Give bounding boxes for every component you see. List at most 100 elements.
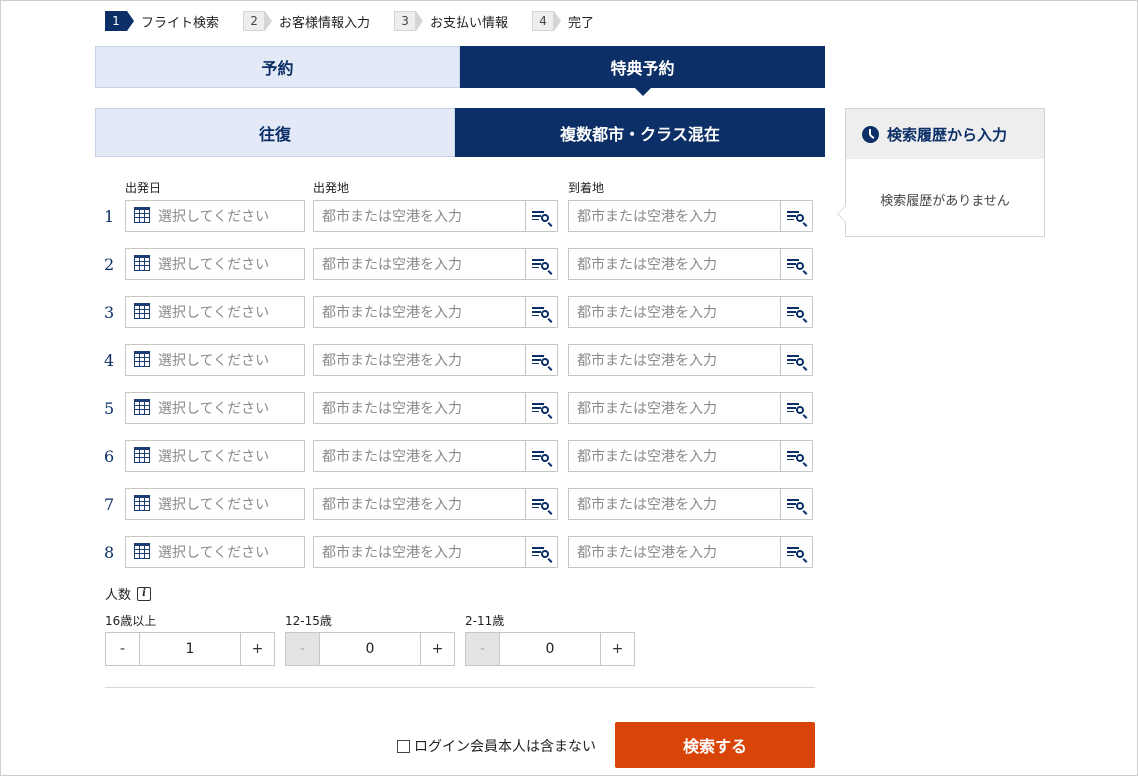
magnifier-icon <box>541 550 549 558</box>
child-count[interactable]: 0 <box>500 633 600 665</box>
youth-decrement-button[interactable]: - <box>286 633 320 665</box>
destination-input[interactable]: 都市または空港を入力 <box>568 344 813 376</box>
origin-input[interactable]: 都市または空港を入力 <box>313 488 558 520</box>
youth-increment-button[interactable]: + <box>420 633 454 665</box>
departure-date-input[interactable]: 選択してください <box>125 440 305 472</box>
destination-search-button[interactable] <box>780 489 812 519</box>
origin-search-button[interactable] <box>525 441 557 471</box>
destination-placeholder: 都市または空港を入力 <box>577 209 717 225</box>
checkbox-box[interactable] <box>397 739 410 753</box>
destination-search-button[interactable] <box>780 345 812 375</box>
adult-stepper: - 1 + <box>105 632 275 666</box>
destination-input[interactable]: 都市または空港を入力 <box>568 296 813 328</box>
child-stepper: - 0 + <box>465 632 635 666</box>
departure-date-input[interactable]: 選択してください <box>125 248 305 280</box>
origin-search-button[interactable] <box>525 345 557 375</box>
magnifier-icon <box>541 502 549 510</box>
origin-search-button[interactable] <box>525 393 557 423</box>
destination-input[interactable]: 都市または空港を入力 <box>568 536 813 568</box>
departure-date-input[interactable]: 選択してください <box>125 296 305 328</box>
date-placeholder: 選択してください <box>158 401 270 417</box>
tab-multi-city[interactable]: 複数都市・クラス混在 <box>455 108 825 157</box>
adult-increment-button[interactable]: + <box>240 633 274 665</box>
segment-number: 3 <box>104 303 115 322</box>
origin-search-button[interactable] <box>525 489 557 519</box>
origin-input[interactable]: 都市または空港を入力 <box>313 200 558 232</box>
destination-input[interactable]: 都市または空港を入力 <box>568 248 813 280</box>
date-placeholder: 選択してください <box>158 209 270 225</box>
step-label: フライト検索 <box>141 15 220 31</box>
adult-count[interactable]: 1 <box>140 633 240 665</box>
info-icon[interactable]: i <box>137 586 152 601</box>
origin-input[interactable]: 都市または空港を入力 <box>313 248 558 280</box>
departure-date-input[interactable]: 選択してください <box>125 536 305 568</box>
calendar-icon <box>134 543 150 559</box>
magnifier-icon <box>796 358 804 366</box>
segment-number: 8 <box>104 543 115 562</box>
origin-input[interactable]: 都市または空港を入力 <box>313 392 558 424</box>
origin-placeholder: 都市または空港を入力 <box>322 449 462 465</box>
origin-search-button[interactable] <box>525 249 557 279</box>
step-complete: 4 完了 <box>532 11 594 31</box>
magnifier-icon <box>541 310 549 318</box>
magnifier-icon <box>796 406 804 414</box>
youth-count[interactable]: 0 <box>320 633 420 665</box>
search-history-panel: 検索履歴から入力 検索履歴がありません <box>837 108 1045 237</box>
child-decrement-button[interactable]: - <box>466 633 500 665</box>
origin-placeholder: 都市または空港を入力 <box>322 353 462 369</box>
origin-input[interactable]: 都市または空港を入力 <box>313 536 558 568</box>
trip-type-tabs: 往復 複数都市・クラス混在 <box>95 108 825 157</box>
origin-input[interactable]: 都市または空港を入力 <box>313 344 558 376</box>
destination-placeholder: 都市または空港を入力 <box>577 401 717 417</box>
adult-decrement-button[interactable]: - <box>106 633 140 665</box>
destination-search-button[interactable] <box>780 441 812 471</box>
tab-award-reservation[interactable]: 特典予約 <box>460 46 825 96</box>
destination-search-button[interactable] <box>780 537 812 567</box>
tab-reservation[interactable]: 予約 <box>95 46 460 88</box>
step-number: 1 <box>105 11 134 31</box>
destination-placeholder: 都市または空港を入力 <box>577 497 717 513</box>
destination-input[interactable]: 都市または空港を入力 <box>568 200 813 232</box>
destination-label: 到着地 <box>568 181 605 195</box>
passenger-count-title: 人数 i <box>105 584 152 603</box>
step-number: 2 <box>243 11 273 31</box>
tab-round-trip[interactable]: 往復 <box>95 108 455 157</box>
departure-date-input[interactable]: 選択してください <box>125 488 305 520</box>
destination-placeholder: 都市または空港を入力 <box>577 449 717 465</box>
departure-date-input[interactable]: 選択してください <box>125 344 305 376</box>
destination-input[interactable]: 都市または空港を入力 <box>568 488 813 520</box>
origin-placeholder: 都市または空港を入力 <box>322 497 462 513</box>
destination-placeholder: 都市または空港を入力 <box>577 353 717 369</box>
destination-search-button[interactable] <box>780 393 812 423</box>
step-flight-search: 1 フライト検索 <box>105 11 219 31</box>
departure-date-input[interactable]: 選択してください <box>125 200 305 232</box>
origin-placeholder: 都市または空港を入力 <box>322 305 462 321</box>
progress-steps: 1 フライト検索 2 お客様情報入力 3 お支払い情報 4 完了 <box>105 10 618 32</box>
exclude-login-member-checkbox[interactable]: ログイン会員本人は含まない <box>397 736 596 756</box>
youth-stepper: - 0 + <box>285 632 455 666</box>
origin-placeholder: 都市または空港を入力 <box>322 401 462 417</box>
destination-search-button[interactable] <box>780 297 812 327</box>
search-history-header[interactable]: 検索履歴から入力 <box>846 109 1044 159</box>
segment-number: 1 <box>104 207 115 226</box>
destination-input[interactable]: 都市または空港を入力 <box>568 440 813 472</box>
destination-search-button[interactable] <box>780 249 812 279</box>
step-customer-info: 2 お客様情報入力 <box>243 11 370 31</box>
origin-input[interactable]: 都市または空港を入力 <box>313 440 558 472</box>
destination-input[interactable]: 都市または空港を入力 <box>568 392 813 424</box>
calendar-icon <box>134 207 150 223</box>
origin-search-button[interactable] <box>525 537 557 567</box>
destination-search-button[interactable] <box>780 201 812 231</box>
step-label: お客様情報入力 <box>279 15 371 31</box>
flight-segment-row: 4 選択してください 都市または空港を入力 都市または空港を入力 <box>1 344 831 378</box>
departure-date-input[interactable]: 選択してください <box>125 392 305 424</box>
origin-placeholder: 都市または空港を入力 <box>322 545 462 561</box>
origin-input[interactable]: 都市または空港を入力 <box>313 296 558 328</box>
origin-search-button[interactable] <box>525 201 557 231</box>
child-increment-button[interactable]: + <box>600 633 634 665</box>
destination-placeholder: 都市または空港を入力 <box>577 257 717 273</box>
calendar-icon <box>134 399 150 415</box>
origin-search-button[interactable] <box>525 297 557 327</box>
departure-date-label: 出発日 <box>125 181 162 195</box>
search-button[interactable]: 検索する <box>615 722 815 768</box>
